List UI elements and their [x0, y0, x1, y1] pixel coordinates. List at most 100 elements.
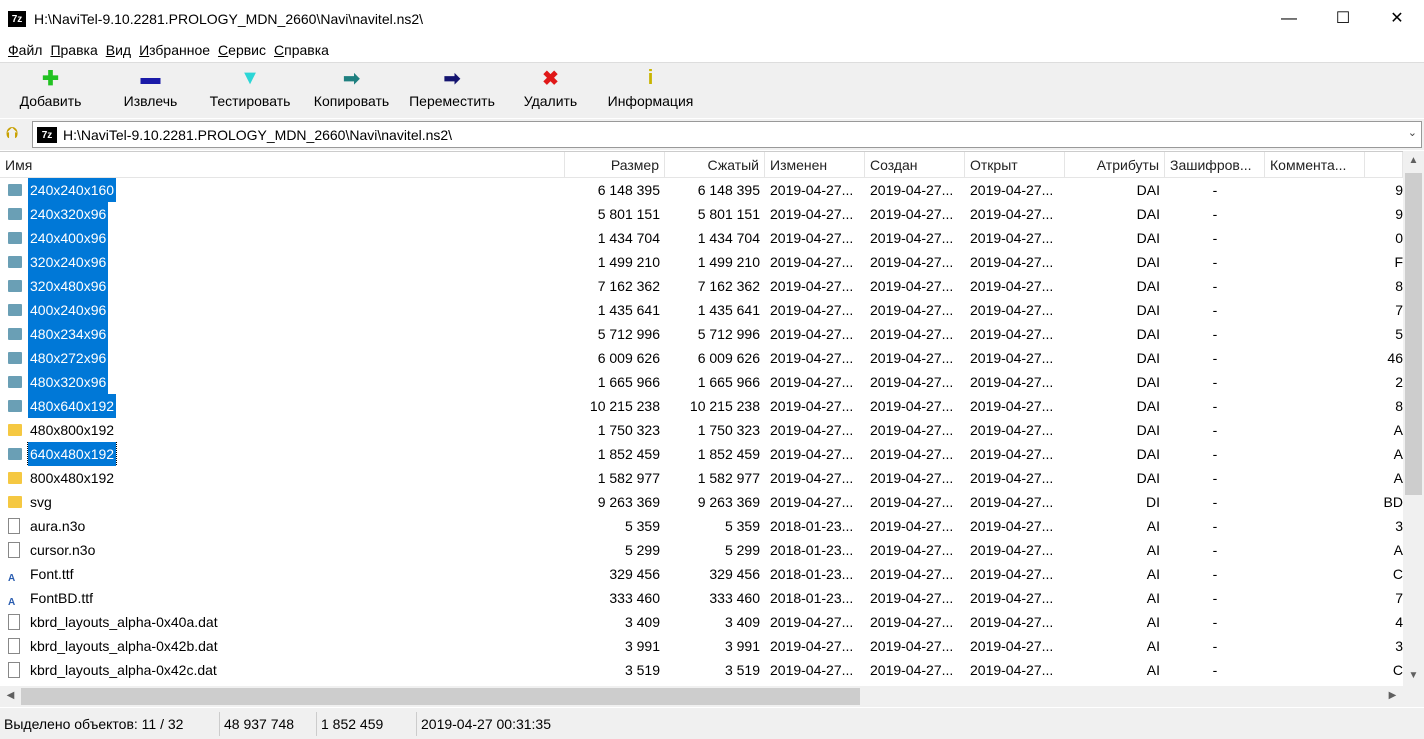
table-row[interactable]: 480x320x96 1 665 966 1 665 966 2019-04-27..…	[0, 370, 1403, 394]
column-header[interactable]: Имя	[0, 152, 565, 177]
maximize-button[interactable]: ☐	[1316, 0, 1370, 38]
address-input[interactable]: 7z H:\NaviTel-9.10.2281.PROLOGY_MDN_2660…	[32, 121, 1422, 148]
cell-7: -	[1212, 566, 1218, 582]
toolbar-button-label: Тестировать	[209, 93, 291, 109]
menu-item[interactable]: Правка	[46, 42, 101, 58]
cell-3: 2019-04-27...	[770, 638, 854, 654]
table-row[interactable]: 320x480x96 7 162 362 7 162 362 2019-04-27..…	[0, 274, 1403, 298]
menu-item[interactable]: Файл	[4, 42, 46, 58]
copy-arrow-icon: ➡	[343, 67, 360, 90]
cell-9: 3	[1395, 518, 1403, 534]
table-row[interactable]: 240x400x96 1 434 704 1 434 704 2019-04-27..…	[0, 226, 1403, 250]
table-row[interactable]: A Font.ttf 329 456 329 456 2018-01-23... 2019…	[0, 562, 1403, 586]
column-header[interactable]: Коммента...	[1265, 152, 1365, 177]
table-row[interactable]: A FontBD.ttf 333 460 333 460 2018-01-23... 20…	[0, 586, 1403, 610]
column-header[interactable]	[1365, 152, 1403, 177]
name-cell: A Font.ttf	[0, 562, 565, 586]
cell-2: 5 299	[724, 542, 760, 558]
cell-2: 6 009 626	[697, 350, 760, 366]
cell-5: 2019-04-27...	[970, 446, 1054, 462]
delete-icon: ✖	[542, 67, 559, 90]
column-header[interactable]: Атрибуты	[1065, 152, 1165, 177]
cell-4: 2019-04-27...	[870, 350, 954, 366]
cell-6: DAI	[1136, 206, 1160, 222]
column-header[interactable]: Зашифров...	[1165, 152, 1265, 177]
cell-6: AI	[1146, 662, 1160, 678]
toolbar-button-check[interactable]: ▼ Тестировать	[200, 63, 300, 119]
minimize-button[interactable]: —	[1262, 0, 1316, 38]
table-row[interactable]: 320x240x96 1 499 210 1 499 210 2019-04-27..…	[0, 250, 1403, 274]
toolbar-button-copy-arrow[interactable]: ➡ Копировать	[304, 63, 399, 119]
chevron-down-icon[interactable]: ⌄	[1408, 126, 1417, 139]
menu-item[interactable]: Избранное	[135, 42, 214, 58]
file-name: kbrd_layouts_alpha-0x42c.dat	[30, 662, 217, 678]
table-row[interactable]: 480x272x96 6 009 626 6 009 626 2019-04-27..…	[0, 346, 1403, 370]
toolbar-button-delete[interactable]: ✖ Удалить	[508, 63, 593, 119]
scroll-up-icon[interactable]: ▲	[1403, 151, 1424, 171]
vertical-scroll-thumb[interactable]	[1405, 173, 1422, 495]
menu-bar: Файл Правка Вид Избранное Сервис Справка	[0, 38, 333, 62]
column-header[interactable]: Сжатый	[665, 152, 765, 177]
table-row[interactable]: aura.n3o 5 359 5 359 2018-01-23... 2019-04-2…	[0, 514, 1403, 538]
file-name: aura.n3o	[30, 518, 86, 534]
toolbar-button-move-arrow[interactable]: ➡ Переместить	[402, 63, 502, 119]
cell-9: 9	[1395, 182, 1403, 198]
folder-icon	[8, 424, 22, 436]
table-row[interactable]: kbrd_layouts_alpha-0x42b.dat 3 991 3 991 20…	[0, 634, 1403, 658]
table-row[interactable]: 480x800x192 1 750 323 1 750 323 2019-04-27.…	[0, 418, 1403, 442]
close-button[interactable]: ✕	[1370, 0, 1424, 38]
file-name: 320x240x96	[28, 250, 109, 274]
toolbar-button-info[interactable]: i Информация	[598, 63, 703, 119]
app-icon: 7z	[8, 11, 26, 27]
vertical-scrollbar[interactable]: ▲ ▼	[1403, 151, 1424, 686]
cell-7: -	[1212, 422, 1218, 438]
scroll-down-icon[interactable]: ▼	[1403, 666, 1424, 686]
cell-8	[1265, 202, 1365, 226]
folder-icon	[8, 232, 22, 244]
column-header[interactable]: Размер	[565, 152, 665, 177]
cell-3: 2019-04-27...	[770, 470, 854, 486]
folder-up-icon[interactable]: ⮉	[6, 125, 18, 143]
table-row[interactable]: cursor.n3o 5 299 5 299 2018-01-23... 2019-04…	[0, 538, 1403, 562]
font-file-icon: A	[8, 597, 16, 608]
table-row[interactable]: 240x320x96 5 801 151 5 801 151 2019-04-27..…	[0, 202, 1403, 226]
cell-4: 2019-04-27...	[870, 494, 954, 510]
name-cell: 480x272x96	[0, 346, 565, 370]
horizontal-scroll-thumb[interactable]	[21, 688, 860, 705]
column-header[interactable]: Создан	[865, 152, 965, 177]
table-row[interactable]: svg 9 263 369 9 263 369 2019-04-27... 2019-0…	[0, 490, 1403, 514]
table-row[interactable]: 640x480x192 1 852 459 1 852 459 2019-04-27.…	[0, 442, 1403, 466]
scroll-left-icon[interactable]: ◀	[0, 686, 21, 706]
cell-1: 5 712 996	[597, 326, 660, 342]
table-row[interactable]: kbrd_layouts_alpha-0x42c.dat 3 519 3 519 20…	[0, 658, 1403, 682]
menu-item[interactable]: Вид	[102, 42, 135, 58]
status-date: 2019-04-27 00:31:35	[421, 715, 551, 732]
cell-3: 2019-04-27...	[770, 230, 854, 246]
cell-3: 2019-04-27...	[770, 422, 854, 438]
cell-8	[1265, 634, 1365, 658]
toolbar-button-plus[interactable]: ✚ Добавить	[8, 63, 93, 119]
toolbar-button-label: Удалить	[523, 93, 578, 109]
menu-label: збранное	[149, 42, 211, 58]
menu-item[interactable]: Сервис	[214, 42, 270, 58]
column-header[interactable]: Изменен	[765, 152, 865, 177]
table-row[interactable]: 480x640x192 10 215 238 10 215 238 2019-04-2…	[0, 394, 1403, 418]
horizontal-scrollbar[interactable]: ◀ ▶	[0, 686, 1403, 707]
scroll-right-icon[interactable]: ▶	[1382, 686, 1403, 706]
cell-4: 2019-04-27...	[870, 278, 954, 294]
cell-9: 0	[1395, 230, 1403, 246]
cell-4: 2019-04-27...	[870, 422, 954, 438]
cell-5: 2019-04-27...	[970, 398, 1054, 414]
table-row[interactable]: 480x234x96 5 712 996 5 712 996 2019-04-27..…	[0, 322, 1403, 346]
column-header[interactable]: Открыт	[965, 152, 1065, 177]
table-row[interactable]: kbrd_layouts_alpha-0x40a.dat 3 409 3 409 20…	[0, 610, 1403, 634]
table-row[interactable]: 240x240x160 6 148 395 6 148 395 2019-04-27.…	[0, 178, 1403, 202]
toolbar-button-minus[interactable]: ▬ Извлечь	[108, 63, 193, 119]
table-row[interactable]: 800x480x192 1 582 977 1 582 977 2019-04-27.…	[0, 466, 1403, 490]
menu-item[interactable]: Справка	[270, 42, 333, 58]
menu-mnemonic: В	[105, 42, 116, 58]
cell-8	[1265, 658, 1365, 682]
cell-8	[1265, 250, 1365, 274]
table-row[interactable]: 400x240x96 1 435 641 1 435 641 2019-04-27..…	[0, 298, 1403, 322]
cell-8	[1265, 226, 1365, 250]
